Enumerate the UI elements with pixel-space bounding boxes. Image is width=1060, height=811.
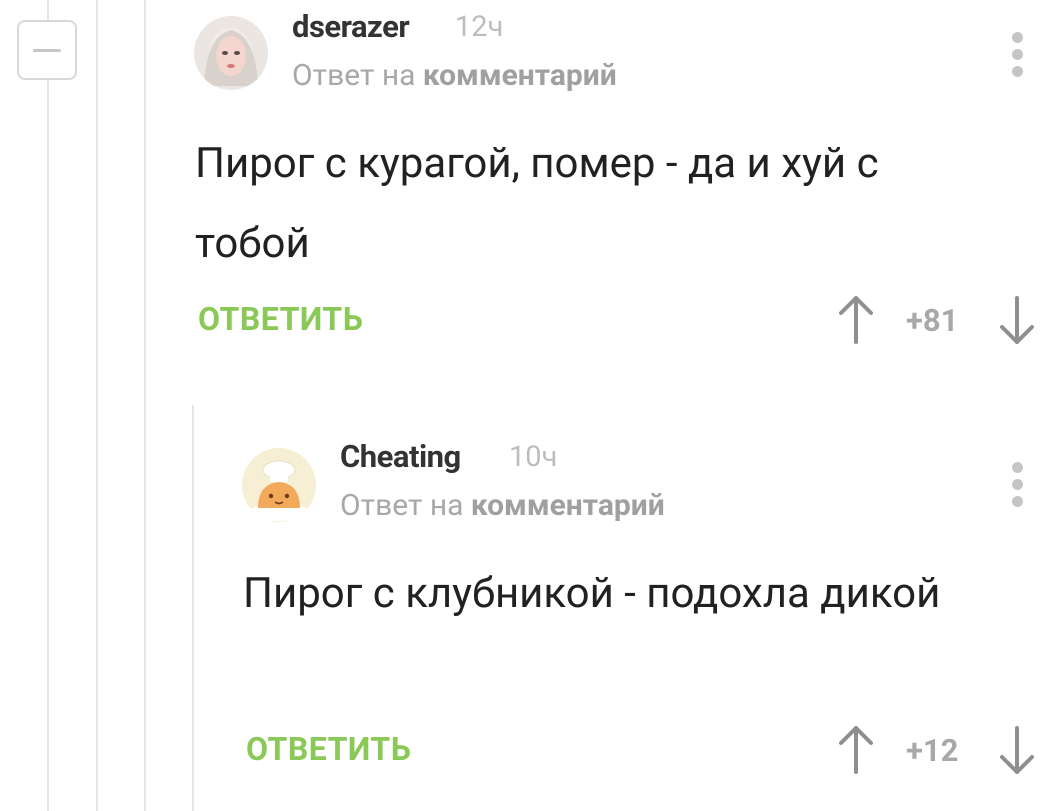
more-vertical-icon — [1011, 32, 1023, 43]
comment-text: Пирог с клубникой - подохла дикой — [243, 569, 941, 618]
reply-to-line: Ответ на комментарий — [292, 58, 617, 93]
comment-rating: +81 — [906, 302, 959, 339]
vote-down-button[interactable] — [997, 720, 1037, 780]
avatar-image — [194, 16, 268, 90]
arrow-down-icon — [1000, 726, 1034, 774]
avatar-image — [242, 448, 316, 522]
comment-time: 12ч — [455, 10, 504, 44]
comment-menu-button[interactable] — [1007, 32, 1027, 82]
comment-username[interactable]: dserazer — [292, 8, 410, 45]
comment-text: Пирог с курагой, помер - да и хуй с тобо… — [195, 139, 879, 268]
comment-time: 10ч — [509, 440, 558, 474]
vote-up-button[interactable] — [836, 290, 876, 350]
reply-to-link[interactable]: комментарий — [423, 58, 617, 93]
comment: Cheating 10ч Ответ на комментарий Пирог … — [0, 430, 1060, 811]
reply-to-line: Ответ на комментарий — [340, 488, 665, 523]
arrow-up-icon — [839, 296, 873, 344]
arrow-down-icon — [1000, 296, 1034, 344]
reply-to-link[interactable]: комментарий — [471, 488, 665, 523]
comment-rating: +12 — [906, 732, 959, 769]
reply-to-prefix: Ответ на — [292, 58, 423, 93]
user-avatar[interactable] — [194, 16, 268, 90]
reply-to-prefix: Ответ на — [340, 488, 471, 523]
reply-button[interactable]: ОТВЕТИТЬ — [198, 300, 363, 338]
reply-button[interactable]: ОТВЕТИТЬ — [246, 730, 411, 768]
vote-down-button[interactable] — [997, 290, 1037, 350]
more-vertical-icon — [1011, 462, 1023, 473]
user-avatar[interactable] — [242, 448, 316, 522]
comment: dserazer 12ч Ответ на комментарий Пирог … — [0, 0, 1060, 400]
comment-menu-button[interactable] — [1007, 462, 1027, 512]
vote-up-button[interactable] — [836, 720, 876, 780]
comment-username[interactable]: Cheating — [340, 438, 461, 475]
arrow-up-icon — [839, 726, 873, 774]
